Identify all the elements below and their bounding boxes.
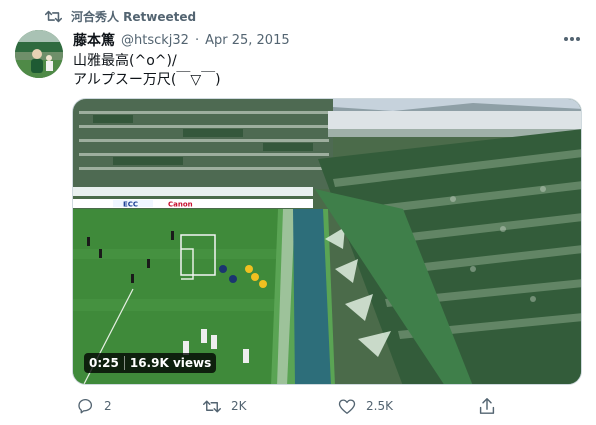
video-info-badge: 0:25 16.9K views — [84, 353, 217, 373]
avatar[interactable] — [15, 30, 63, 78]
share-button[interactable] — [478, 396, 496, 416]
like-count: 2.5K — [366, 399, 393, 413]
video-duration: 0:25 — [89, 356, 119, 370]
share-icon — [478, 397, 496, 415]
like-button[interactable]: 2.5K — [338, 396, 393, 416]
more-button[interactable] — [560, 31, 584, 47]
separator: · — [194, 32, 200, 48]
handle[interactable]: @htsckj32 — [121, 33, 189, 48]
retweet-count: 2K — [231, 399, 247, 413]
tweet-actions: 2 2K 2.5K — [72, 396, 582, 416]
more-icon — [564, 37, 580, 41]
heart-icon — [338, 397, 356, 415]
video-player[interactable]: ECC Canon 0:25 16.9K views — [72, 98, 582, 385]
video-thumbnail: ECC Canon — [73, 99, 581, 384]
avatar-image — [15, 30, 63, 78]
retweet-icon — [203, 397, 221, 415]
tweet-header: 藤本篤 @htsckj32 · Apr 25, 2015 — [73, 30, 290, 50]
reply-count: 2 — [104, 399, 112, 413]
display-name[interactable]: 藤本篤 — [73, 30, 115, 50]
retweet-button[interactable]: 2K — [203, 396, 247, 416]
reply-button[interactable]: 2 — [76, 396, 112, 416]
ad-board-canon: Canon — [168, 201, 193, 209]
video-views: 16.9K views — [129, 356, 212, 370]
ad-board-ecc: ECC — [123, 201, 138, 209]
reply-icon — [76, 397, 94, 415]
retweet-context[interactable]: 河合秀人 Retweeted — [44, 7, 196, 25]
tweet-date[interactable]: Apr 25, 2015 — [205, 33, 290, 48]
retweet-context-label: 河合秀人 Retweeted — [71, 9, 197, 24]
tweet-text: 山雅最高(^o^)/ アルプスー万尺(￣▽￣) — [73, 53, 221, 88]
retweet-icon — [44, 7, 62, 25]
